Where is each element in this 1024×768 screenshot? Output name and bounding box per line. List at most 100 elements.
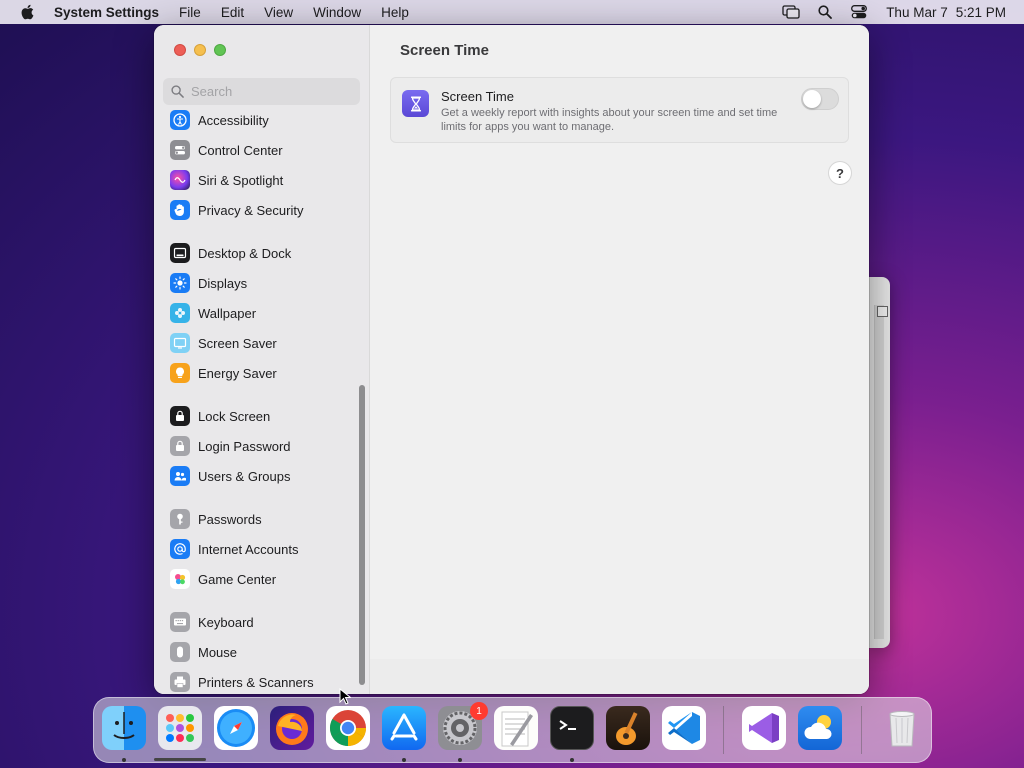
hourglass-icon bbox=[402, 90, 429, 117]
users-icon bbox=[170, 466, 190, 486]
sidebar-item-desktop-dock[interactable]: Desktop & Dock bbox=[170, 240, 291, 266]
sidebar-item-game-center[interactable]: Game Center bbox=[170, 566, 276, 592]
sidebar-item-energy-saver[interactable]: Energy Saver bbox=[170, 360, 277, 386]
close-button[interactable] bbox=[174, 44, 186, 56]
sidebar-item-label: Wallpaper bbox=[198, 305, 257, 321]
settings-running-indicator bbox=[458, 758, 462, 762]
firefox-icon[interactable] bbox=[270, 706, 314, 750]
zoom-button[interactable] bbox=[214, 44, 226, 56]
sidebar-item-label: Printers & Scanners bbox=[198, 674, 314, 690]
chrome-icon[interactable] bbox=[326, 706, 370, 750]
at-icon bbox=[170, 539, 190, 559]
sidebar-item-accessibility[interactable]: Accessibility bbox=[170, 107, 269, 133]
textedit-icon[interactable] bbox=[494, 706, 538, 750]
safari-icon[interactable] bbox=[214, 706, 258, 750]
sidebar-item-label: Energy Saver bbox=[198, 365, 277, 381]
sidebar-item-label: Mouse bbox=[198, 644, 238, 660]
search-icon bbox=[171, 85, 184, 98]
printer-icon bbox=[170, 672, 190, 692]
sidebar-item-label: Displays bbox=[198, 275, 248, 291]
search-input[interactable] bbox=[191, 84, 351, 99]
desktop-dock-icon bbox=[170, 243, 190, 263]
sidebar-list: Accessibility Control Center Siri & Spot… bbox=[154, 107, 370, 694]
launchpad-bar bbox=[154, 758, 206, 761]
menu-help[interactable]: Help bbox=[371, 5, 419, 20]
menu-edit[interactable]: Edit bbox=[211, 5, 254, 20]
screen-time-card: Screen Time Get a weekly report with ins… bbox=[390, 77, 849, 143]
minimize-button[interactable] bbox=[194, 44, 206, 56]
sidebar-item-siri-spotlight[interactable]: Siri & Spotlight bbox=[170, 167, 283, 193]
menu-app-name[interactable]: System Settings bbox=[54, 5, 169, 20]
apple-menu-icon[interactable] bbox=[0, 4, 54, 20]
key-icon bbox=[170, 509, 190, 529]
sidebar-item-label: Game Center bbox=[198, 571, 277, 587]
sidebar-item-label: Internet Accounts bbox=[198, 541, 299, 557]
sidebar-item-label: Login Password bbox=[198, 438, 291, 454]
background-window-control-icon[interactable] bbox=[877, 306, 888, 317]
sidebar-item-label: Passwords bbox=[198, 511, 262, 527]
window-controls bbox=[174, 44, 226, 56]
sun-icon bbox=[170, 273, 190, 293]
lock-icon bbox=[170, 406, 190, 426]
app-store-icon[interactable] bbox=[382, 706, 426, 750]
keyboard-icon bbox=[170, 612, 190, 632]
menu-window[interactable]: Window bbox=[303, 5, 371, 20]
main-content: Screen Time Screen Time Get a weekly rep… bbox=[370, 25, 869, 694]
search-field[interactable] bbox=[163, 78, 360, 105]
sidebar-item-passwords[interactable]: Passwords bbox=[170, 506, 262, 532]
sidebar-item-screen-saver[interactable]: Screen Saver bbox=[170, 330, 277, 356]
garageband-icon[interactable] bbox=[606, 706, 650, 750]
sidebar-item-mouse[interactable]: Mouse bbox=[170, 639, 237, 665]
screen-time-description: Get a weekly report with insights about … bbox=[441, 107, 778, 133]
dock-separator bbox=[723, 706, 724, 754]
terminal-icon[interactable] bbox=[550, 706, 594, 750]
main-footer bbox=[370, 659, 869, 694]
finder-icon[interactable] bbox=[102, 706, 146, 750]
help-button[interactable]: ? bbox=[829, 162, 851, 184]
wallpaper-icon bbox=[170, 303, 190, 323]
screen-time-toggle[interactable] bbox=[801, 88, 839, 110]
screen-mirroring-icon[interactable] bbox=[774, 5, 808, 19]
menubar-clock[interactable]: Thu Mar 7 5:21 PM bbox=[876, 5, 1006, 20]
sidebar-item-lock-screen[interactable]: Lock Screen bbox=[170, 403, 270, 429]
sidebar-item-users-groups[interactable]: Users & Groups bbox=[170, 463, 290, 489]
sidebar-item-wallpaper[interactable]: Wallpaper bbox=[170, 300, 256, 326]
menu-bar: System Settings File Edit View Window He… bbox=[0, 0, 1024, 24]
sidebar-item-privacy-security[interactable]: Privacy & Security bbox=[170, 197, 303, 223]
sidebar-item-keyboard[interactable]: Keyboard bbox=[170, 609, 254, 635]
spotlight-search-icon[interactable] bbox=[808, 5, 842, 19]
sidebar-item-label: Lock Screen bbox=[198, 408, 271, 424]
padlock-icon bbox=[170, 436, 190, 456]
hand-icon bbox=[170, 200, 190, 220]
sidebar-item-label: Users & Groups bbox=[198, 468, 291, 484]
lightbulb-icon bbox=[170, 363, 190, 383]
system-settings-window: Accessibility Control Center Siri & Spot… bbox=[154, 25, 869, 694]
menu-view[interactable]: View bbox=[254, 5, 303, 20]
sidebar-item-label: Desktop & Dock bbox=[198, 245, 292, 261]
sidebar-item-displays[interactable]: Displays bbox=[170, 270, 247, 296]
screen-time-title: Screen Time bbox=[441, 89, 514, 104]
sidebar-item-label: Keyboard bbox=[198, 614, 254, 630]
sidebar-item-printers-scanners[interactable]: Printers & Scanners bbox=[170, 669, 314, 694]
menubar-time: 5:21 PM bbox=[955, 4, 1006, 20]
launchpad-icon[interactable] bbox=[158, 706, 202, 750]
visual-studio-icon[interactable] bbox=[742, 706, 786, 750]
background-window[interactable] bbox=[868, 277, 890, 648]
accessibility-icon bbox=[170, 110, 190, 130]
trash-icon[interactable] bbox=[880, 706, 924, 750]
mouse-cursor-icon bbox=[339, 688, 351, 705]
background-window-scroll-area bbox=[874, 305, 884, 639]
vscode-icon[interactable] bbox=[662, 706, 706, 750]
sidebar-item-login-password[interactable]: Login Password bbox=[170, 433, 291, 459]
sidebar-item-label: Control Center bbox=[198, 142, 283, 158]
page-title: Screen Time bbox=[400, 42, 489, 59]
sidebar-scrollbar[interactable] bbox=[359, 385, 365, 685]
sidebar-item-internet-accounts[interactable]: Internet Accounts bbox=[170, 536, 298, 562]
weather-icon[interactable] bbox=[798, 706, 842, 750]
menu-file[interactable]: File bbox=[169, 5, 211, 20]
sidebar-item-control-center[interactable]: Control Center bbox=[170, 137, 283, 163]
sidebar-item-label: Privacy & Security bbox=[198, 202, 304, 218]
control-center-menubar-icon[interactable] bbox=[842, 5, 876, 19]
app-store-running-indicator bbox=[402, 758, 406, 762]
sidebar: Accessibility Control Center Siri & Spot… bbox=[154, 25, 370, 694]
